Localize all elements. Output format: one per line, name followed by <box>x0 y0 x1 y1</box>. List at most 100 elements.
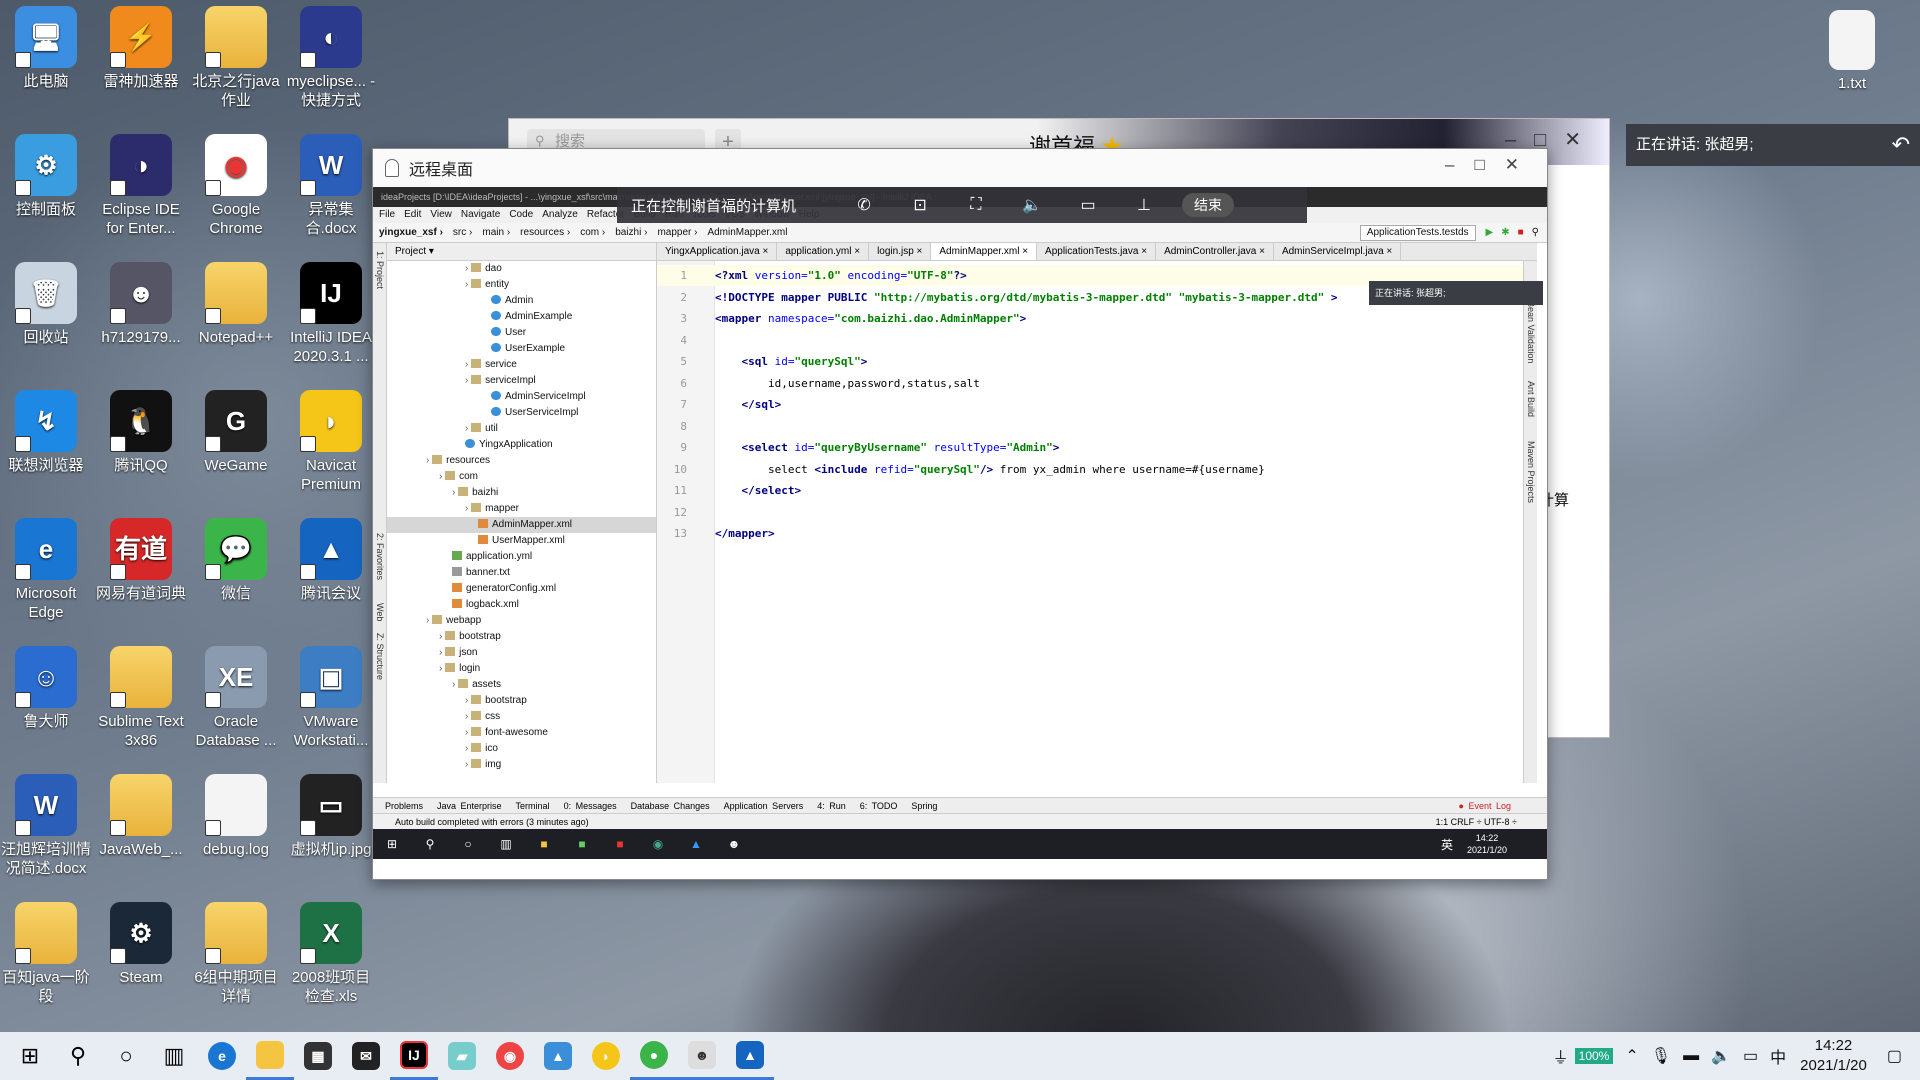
desktop-icon[interactable]: G WeGame <box>190 390 282 475</box>
tree-item[interactable]: › resources <box>387 453 656 469</box>
ime-indicator[interactable]: 中 <box>1770 1044 1786 1068</box>
taskbar-photos[interactable]: ▲ <box>534 1032 582 1080</box>
breadcrumb-item[interactable]: yingxue_xsf › <box>379 223 443 242</box>
usb-icon[interactable]: ⏚ <box>1553 1044 1569 1068</box>
taskbar-chrome[interactable]: ◉ <box>486 1032 534 1080</box>
menu-item[interactable]: Navigate <box>461 209 500 220</box>
taskbar-explorer[interactable] <box>246 1032 294 1080</box>
tree-item[interactable]: › json <box>387 645 656 661</box>
debug-icon[interactable]: ✱ <box>1501 223 1509 242</box>
desktop-icon[interactable]: 北京之行java作业 <box>190 6 282 110</box>
remote-screen[interactable]: 正在控制谢首福的计算机 ✆ ⊡ ⛶ 🔈 ▭ ⊥ 结束 ideaProjects … <box>373 187 1547 879</box>
remote-cortana-icon[interactable]: ○ <box>449 837 487 851</box>
tree-item[interactable]: YingxApplication <box>387 437 656 453</box>
breadcrumb-item[interactable]: resources › <box>520 223 570 242</box>
desktop-icon[interactable]: 有道 网易有道词典 <box>95 518 187 603</box>
tree-item[interactable]: › bootstrap <box>387 629 656 645</box>
taskbar-navicat[interactable]: ◗ <box>582 1032 630 1080</box>
tree-item[interactable]: › assets <box>387 677 656 693</box>
bean-validation-tab[interactable]: Bean Validation <box>1526 301 1536 363</box>
network-icon[interactable]: ▭ <box>1743 1046 1758 1066</box>
desktop-icon[interactable]: ↯ 联想浏览器 <box>0 390 92 475</box>
breadcrumb-item[interactable]: com › <box>580 223 605 242</box>
desktop-icon[interactable]: e Microsoft Edge <box>0 518 92 622</box>
desktop-icon[interactable]: ⚙ 控制面板 <box>0 134 92 219</box>
ant-build-tab[interactable]: Ant Build <box>1526 381 1536 417</box>
notification-icon[interactable]: ▢ <box>1887 1046 1902 1066</box>
desktop-icon[interactable]: W 异常集合.docx <box>285 134 377 238</box>
desktop-icon[interactable]: ◐ myeclipse... - 快捷方式 <box>285 6 377 110</box>
volume-icon[interactable]: 🔈 <box>1711 1046 1731 1066</box>
remote-start-icon[interactable]: ⊞ <box>373 837 411 851</box>
task-view-button[interactable]: ▥ <box>150 1032 198 1080</box>
menu-item[interactable]: Code <box>509 209 533 220</box>
menu-item[interactable]: View <box>430 209 452 220</box>
editor-tab[interactable]: login.jsp × <box>869 243 932 260</box>
menu-item[interactable]: File <box>379 209 395 220</box>
tree-item[interactable]: › webapp <box>387 613 656 629</box>
tree-item[interactable]: application.yml <box>387 549 656 565</box>
desktop-icon[interactable]: 百知java一阶段 <box>0 902 92 1006</box>
tree-item[interactable]: AdminMapper.xml <box>387 517 656 533</box>
desktop-icon[interactable]: debug.log <box>190 774 282 859</box>
one-to-one-icon[interactable]: ⊡ <box>892 195 948 215</box>
search-button[interactable]: ⚲ <box>54 1032 102 1080</box>
desktop-icon[interactable]: ◑ Eclipse IDE for Enter... <box>95 134 187 238</box>
desktop-icon[interactable]: ◗ Navicat Premium <box>285 390 377 494</box>
desktop-icon[interactable]: 💬 微信 <box>190 518 282 603</box>
tree-item[interactable]: › service <box>387 357 656 373</box>
menu-item[interactable]: Edit <box>404 209 421 220</box>
start-button[interactable]: ⊞ <box>6 1032 54 1080</box>
taskbar-notepad[interactable]: ▰ <box>438 1032 486 1080</box>
breadcrumb-item[interactable]: mapper › <box>657 223 697 242</box>
desktop-icon[interactable]: ▭ 虚拟机ip.jpg <box>285 774 377 859</box>
remote-explorer-icon[interactable]: ■ <box>525 837 563 851</box>
tree-item[interactable]: banner.txt <box>387 565 656 581</box>
battery-icon[interactable]: ▬ <box>1683 1047 1699 1065</box>
tree-item[interactable]: › serviceImpl <box>387 373 656 389</box>
bottom-tool-tab[interactable]: 6: TODO <box>860 798 898 813</box>
menu-item[interactable]: Analyze <box>542 209 578 220</box>
tree-item[interactable]: AdminServiceImpl <box>387 389 656 405</box>
desktop-icon[interactable]: W 汪旭辉培训情况简述.docx <box>0 774 92 878</box>
run-config-select[interactable]: ApplicationTests.testds <box>1359 225 1476 241</box>
desktop-icon[interactable]: 6组中期项目详情 <box>190 902 282 1006</box>
cortana-button[interactable]: ○ <box>102 1032 150 1080</box>
remote-app-icon[interactable]: ■ <box>563 837 601 851</box>
bottom-tool-tab[interactable]: 0: Messages <box>564 798 617 813</box>
tree-item[interactable]: › mapper <box>387 501 656 517</box>
tree-item[interactable]: › login <box>387 661 656 677</box>
editor-tab[interactable]: AdminController.java × <box>1156 243 1274 260</box>
tree-item[interactable]: AdminExample <box>387 309 656 325</box>
end-control-button[interactable]: 结束 <box>1182 193 1235 217</box>
hd-icon[interactable]: ▭ <box>1060 195 1116 215</box>
editor-tab[interactable]: YingxApplication.java × <box>657 243 778 260</box>
desktop-icon[interactable]: XE Oracle Database ... <box>190 646 282 750</box>
tree-item[interactable]: › ico <box>387 741 656 757</box>
tree-item[interactable]: › bootstrap <box>387 693 656 709</box>
editor-tab[interactable]: AdminMapper.xml × <box>931 243 1038 260</box>
stop-icon[interactable]: ■ <box>1518 223 1524 242</box>
web-tool-tab[interactable]: Web <box>375 603 385 621</box>
chevron-up-icon[interactable]: ⌃ <box>1625 1046 1638 1066</box>
window-controls[interactable]: –□✕ <box>1445 155 1539 175</box>
remote-idea-icon[interactable]: ■ <box>601 837 639 851</box>
bottom-tool-tab[interactable]: Spring <box>911 798 937 813</box>
fit-icon[interactable]: ⛶ <box>948 196 1004 214</box>
undo-icon[interactable]: ↶ <box>1892 124 1910 166</box>
breadcrumb-item[interactable]: src › <box>453 223 472 242</box>
taskbar-mail[interactable]: ✉ <box>342 1032 390 1080</box>
favorites-tool-tab[interactable]: 2: Favorites <box>375 533 385 580</box>
desktop-icon[interactable]: 🖥 此电脑 <box>0 6 92 91</box>
taskbar-store[interactable]: ▦ <box>294 1032 342 1080</box>
taskbar-idea[interactable]: IJ <box>390 1032 438 1080</box>
bottom-tool-tab[interactable]: 4: Run <box>817 798 846 813</box>
project-tool-tab[interactable]: 1: Project <box>375 251 385 289</box>
tree-item[interactable]: User <box>387 325 656 341</box>
tree-item[interactable]: › font-awesome <box>387 725 656 741</box>
remote-chrome-icon[interactable]: ◉ <box>639 837 677 851</box>
desktop-icon[interactable]: Sublime Text 3x86 <box>95 646 187 750</box>
tree-item[interactable]: › dao <box>387 261 656 277</box>
pin-icon[interactable]: ⊥ <box>1116 195 1172 215</box>
tree-item[interactable]: › entity <box>387 277 656 293</box>
